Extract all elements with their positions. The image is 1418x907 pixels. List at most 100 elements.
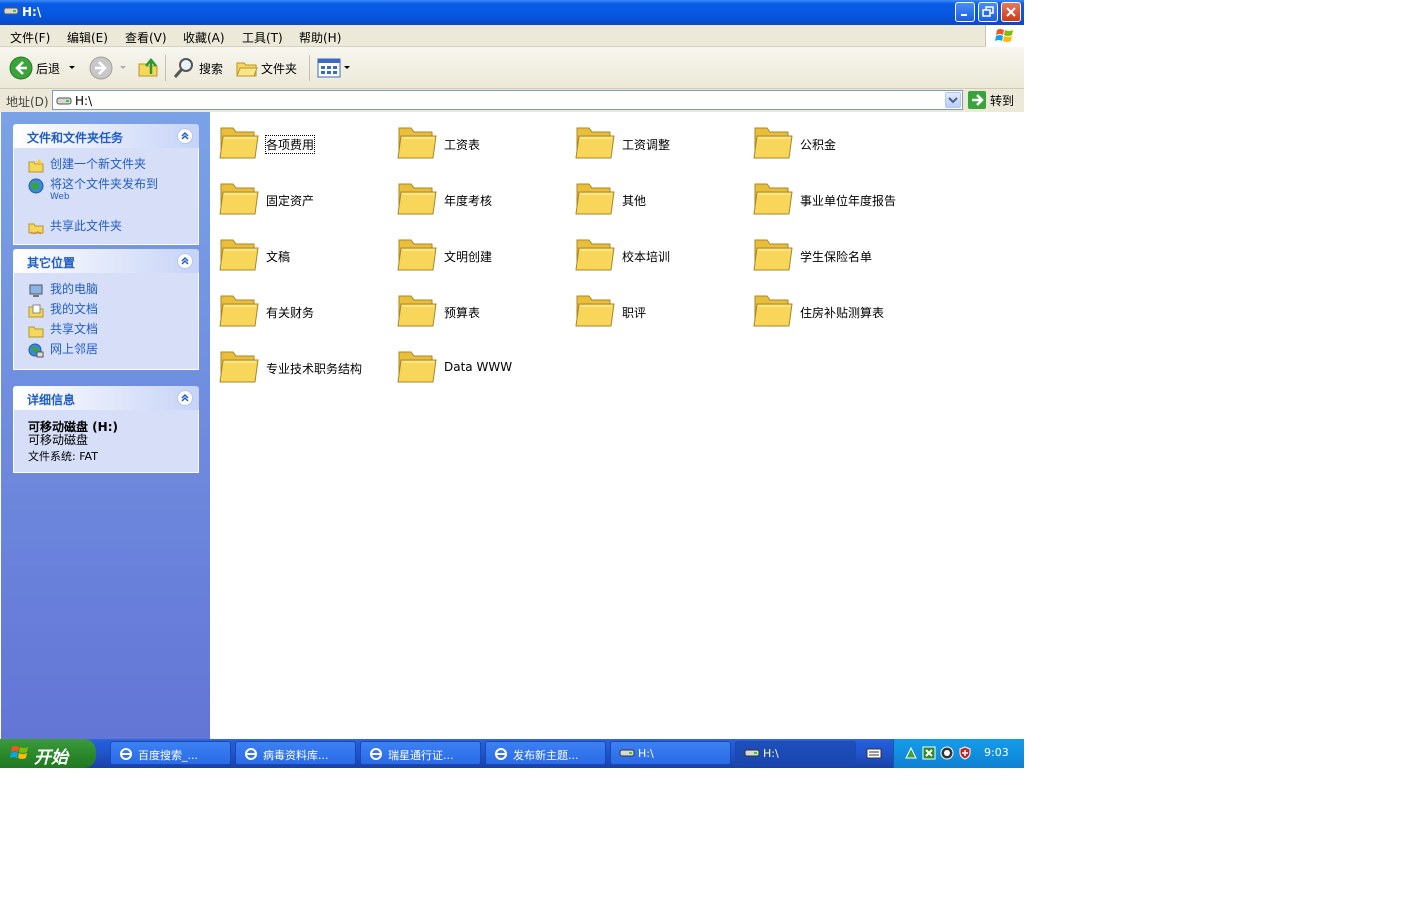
folder-icon — [397, 239, 437, 271]
menu-view[interactable]: 查看(V) — [125, 29, 167, 46]
taskbar: 开始 百度搜索_... 病毒资料库... 瑞星通行证... 发布新主题... H:\ H:… — [0, 739, 1024, 768]
folder-item[interactable]: 其他 — [574, 178, 752, 224]
address-value: H:\ — [75, 94, 93, 108]
taskbar-button[interactable]: 瑞星通行证... — [360, 741, 481, 765]
folder-item[interactable]: 学生保险名单 — [752, 234, 930, 280]
back-button[interactable]: 后退 — [9, 47, 60, 89]
address-input[interactable]: H:\ — [52, 90, 963, 110]
menu-help[interactable]: 帮助(H) — [299, 29, 341, 46]
folder-icon — [753, 183, 793, 215]
forward-dropdown[interactable] — [119, 47, 127, 89]
taskbar-button[interactable]: 发布新主题... — [485, 741, 606, 765]
ie-icon — [495, 748, 507, 760]
start-button[interactable]: 开始 — [0, 739, 96, 768]
title-bar[interactable]: H:\ — [0, 0, 1024, 25]
taskbar-button-label: 发布新主题... — [513, 749, 579, 762]
folder-item[interactable]: 各项费用 — [218, 122, 396, 168]
windows-logo-icon — [985, 25, 1024, 47]
folder-item[interactable]: 工资调整 — [574, 122, 752, 168]
minimize-icon — [961, 14, 967, 16]
other-places-header[interactable]: 其它位置 — [13, 249, 199, 273]
chevron-down-icon — [948, 97, 958, 104]
back-dropdown[interactable] — [68, 47, 76, 89]
create-folder-link[interactable]: 创建一个新文件夹 — [28, 158, 146, 174]
up-button[interactable] — [137, 47, 161, 89]
folder-item[interactable]: 工资表 — [396, 122, 574, 168]
collapse-chevron-icon[interactable] — [177, 128, 193, 144]
search-button[interactable]: 搜索 — [172, 47, 223, 89]
folder-item[interactable]: Data WWW — [396, 346, 574, 392]
antivirus-icon[interactable] — [904, 746, 918, 760]
folder-item[interactable]: 职评 — [574, 290, 752, 336]
folder-item[interactable]: 事业单位年度报告 — [752, 178, 930, 224]
folder-item[interactable]: 住房补贴测算表 — [752, 290, 930, 336]
details-header[interactable]: 详细信息 — [13, 386, 199, 410]
drive-icon — [619, 749, 635, 757]
folder-icon — [575, 295, 615, 327]
taskbar-button[interactable]: H:\ — [735, 741, 856, 765]
menu-edit[interactable]: 编辑(E) — [67, 29, 108, 46]
collapse-chevron-icon[interactable] — [177, 390, 193, 406]
folder-item[interactable]: 公积金 — [752, 122, 930, 168]
taskbar-button[interactable]: 病毒资料库... — [235, 741, 356, 765]
my-computer-link[interactable]: 我的电脑 — [28, 283, 98, 299]
folder-label: 事业单位年度报告 — [800, 194, 897, 208]
taskbar-button[interactable]: H:\ — [610, 741, 731, 765]
folder-label: 其他 — [622, 194, 647, 208]
go-button[interactable]: 转到 — [968, 91, 1014, 109]
back-arrow-icon — [9, 56, 33, 80]
create-folder-label: 创建一个新文件夹 — [50, 157, 147, 171]
my-documents-link[interactable]: 我的文档 — [28, 303, 98, 319]
menu-favorites[interactable]: 收藏(A) — [183, 29, 225, 46]
share-folder-link[interactable]: 共享此文件夹 — [28, 220, 122, 236]
folder-icon — [397, 351, 437, 383]
folder-icon — [397, 295, 437, 327]
task-pane: 文件和文件夹任务 创建一个新文件夹 将这个文件夹发布到 Web 共享此文件夹 其… — [1, 112, 210, 739]
network-places-link[interactable]: 网上邻居 — [28, 343, 98, 359]
folder-item[interactable]: 固定资产 — [218, 178, 396, 224]
folder-label: 专业技术职务结构 — [266, 362, 363, 376]
folder-item[interactable]: 校本培训 — [574, 234, 752, 280]
shield-icon[interactable] — [958, 746, 972, 760]
folder-item[interactable]: 年度考核 — [396, 178, 574, 224]
collapse-chevron-icon[interactable] — [177, 253, 193, 269]
folder-label: 公积金 — [800, 138, 837, 152]
views-icon — [317, 58, 341, 78]
address-dropdown-button[interactable] — [945, 92, 961, 108]
forward-button[interactable] — [89, 47, 113, 89]
folder-label: 年度考核 — [444, 194, 493, 208]
folder-item[interactable]: 预算表 — [396, 290, 574, 336]
my-documents-label: 我的文档 — [50, 302, 99, 316]
close-button[interactable] — [1001, 2, 1021, 22]
file-tasks-header[interactable]: 文件和文件夹任务 — [13, 124, 199, 148]
qq-icon[interactable] — [940, 746, 954, 760]
views-button[interactable] — [317, 47, 351, 89]
minimize-button[interactable] — [955, 2, 975, 22]
taskbar-button-label: 病毒资料库... — [263, 749, 329, 762]
taskbar-button-label: H:\ — [638, 747, 654, 760]
menu-bar: 文件(F) 编辑(E) 查看(V) 收藏(A) 工具(T) 帮助(H) — [0, 25, 1024, 47]
publish-web-link[interactable]: 将这个文件夹发布到 Web — [28, 178, 158, 204]
shared-documents-link[interactable]: 共享文档 — [28, 323, 98, 339]
restore-button[interactable] — [978, 2, 998, 22]
folder-item[interactable]: 文稿 — [218, 234, 396, 280]
menu-tools[interactable]: 工具(T) — [242, 29, 283, 46]
folder-item[interactable]: 文明创建 — [396, 234, 574, 280]
start-label: 开始 — [34, 748, 68, 768]
folder-item[interactable]: 有关财务 — [218, 290, 396, 336]
folder-icon — [219, 295, 259, 327]
folders-label: 文件夹 — [261, 61, 298, 76]
address-bar: 地址(D) H:\ 转到 — [0, 89, 1024, 112]
keyboard-icon[interactable] — [866, 747, 882, 762]
menu-file[interactable]: 文件(F) — [10, 29, 50, 46]
folder-label: 有关财务 — [266, 306, 315, 320]
taskbar-button[interactable]: 百度搜索_... — [110, 741, 231, 765]
toolbar-separator — [165, 55, 166, 81]
drive-icon — [56, 95, 72, 109]
share-folder-label: 共享此文件夹 — [50, 219, 123, 233]
folder-item[interactable]: 专业技术职务结构 — [218, 346, 396, 392]
folders-button[interactable]: 文件夹 — [236, 47, 297, 89]
my-computer-icon — [29, 284, 43, 297]
publish-web-sub: Web — [50, 192, 70, 202]
network-icon[interactable] — [922, 746, 936, 760]
